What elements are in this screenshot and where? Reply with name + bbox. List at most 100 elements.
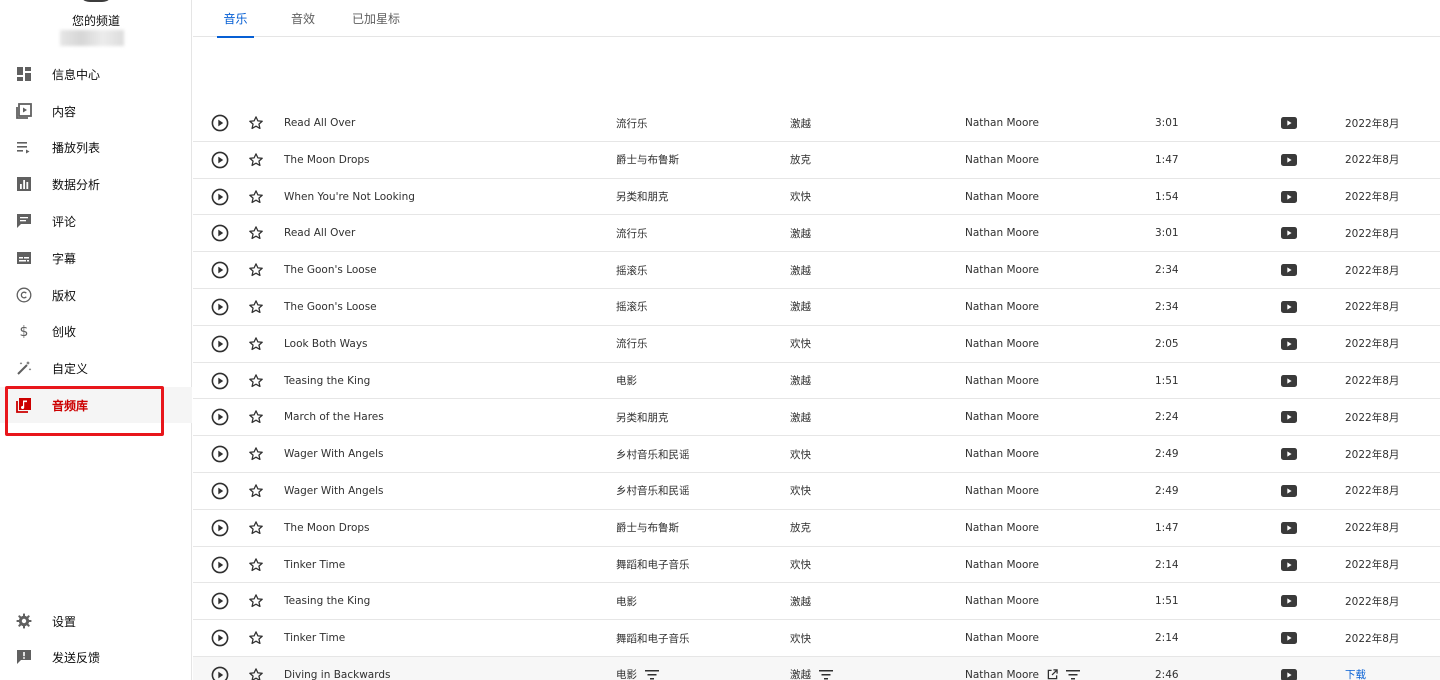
sidebar-item-label: 设置 [52, 614, 77, 629]
track-row[interactable]: Read All Over 流行乐 激越 Nathan Moore 3:01 2… [193, 215, 1440, 253]
play-button[interactable] [211, 215, 229, 251]
play-button[interactable] [211, 583, 229, 619]
external-link-icon[interactable] [1047, 669, 1058, 680]
star-button[interactable] [248, 547, 264, 583]
filter-genre-icon[interactable] [645, 669, 659, 680]
star-button[interactable] [248, 510, 264, 546]
star-button[interactable] [248, 583, 264, 619]
filter-mood-icon[interactable] [819, 669, 833, 680]
track-row[interactable]: Teasing the King 电影 激越 Nathan Moore 1:51… [193, 363, 1440, 400]
sidebar-item-label: 发送反馈 [52, 650, 101, 665]
sidebar-item-feedback[interactable]: 发送反馈 [0, 639, 192, 675]
sidebar-item-subtitles[interactable]: 字幕 [0, 240, 192, 276]
track-row[interactable]: Read All Over 流行乐 激越 Nathan Moore 3:01 2… [193, 105, 1440, 142]
track-mood: 欢快 [790, 338, 811, 351]
sidebar-item-settings[interactable]: 设置 [0, 603, 192, 639]
track-row[interactable]: The Moon Drops 爵士与布鲁斯 放克 Nathan Moore 1:… [193, 142, 1440, 179]
star-button[interactable] [248, 142, 264, 178]
track-mood: 激越 [790, 595, 811, 608]
track-row[interactable]: March of the Hares 另类和朋克 激越 Nathan Moore… [193, 399, 1440, 437]
tab-sound-effects[interactable]: 音效 [291, 0, 315, 37]
star-button[interactable] [248, 399, 264, 435]
track-duration: 2:14 [1155, 558, 1179, 571]
play-button[interactable] [211, 657, 229, 680]
track-row[interactable]: Tinker Time 舞蹈和电子音乐 欢快 Nathan Moore 2:14… [193, 547, 1440, 584]
play-button[interactable] [211, 326, 229, 362]
track-row[interactable]: Teasing the King 电影 激越 Nathan Moore 1:51… [193, 583, 1440, 621]
star-button[interactable] [248, 657, 264, 680]
youtube-license-icon [1281, 657, 1297, 680]
star-button[interactable] [248, 363, 264, 399]
track-genre: 另类和朋克 [616, 191, 669, 204]
channel-avatar[interactable] [78, 0, 114, 2]
star-button[interactable] [248, 436, 264, 472]
sidebar-item-analytics[interactable]: 数据分析 [0, 166, 192, 202]
track-row[interactable]: When You're Not Looking 另类和朋克 欢快 Nathan … [193, 179, 1440, 216]
track-date: 2022年8月 [1345, 264, 1400, 277]
track-row[interactable]: The Goon's Loose 摇滚乐 激越 Nathan Moore 2:3… [193, 289, 1440, 326]
track-date: 2022年8月 [1345, 301, 1400, 314]
star-button[interactable] [248, 326, 264, 362]
track-title: Teasing the King [284, 595, 371, 608]
play-button[interactable] [211, 252, 229, 288]
tab-bar: 音乐 音效 已加星标 [193, 0, 1440, 38]
play-button[interactable] [211, 179, 229, 215]
track-row[interactable]: Wager With Angels 乡村音乐和民谣 欢快 Nathan Moor… [193, 473, 1440, 510]
track-title: Tinker Time [284, 558, 346, 571]
star-button[interactable] [248, 473, 264, 509]
star-button[interactable] [248, 179, 264, 215]
track-genre: 乡村音乐和民谣 [616, 448, 690, 461]
tab-music[interactable]: 音乐 [217, 0, 254, 38]
track-row[interactable]: Look Both Ways 流行乐 欢快 Nathan Moore 2:05 … [193, 326, 1440, 363]
track-genre: 电影 [616, 657, 659, 680]
play-button[interactable] [211, 105, 229, 141]
play-icon [211, 114, 229, 132]
sidebar-item-copyright[interactable]: 版权 [0, 277, 192, 313]
gear-icon [15, 612, 33, 630]
track-mood: 欢快 [790, 632, 811, 645]
star-outline-icon [249, 557, 263, 571]
track-row[interactable]: Wager With Angels 乡村音乐和民谣 欢快 Nathan Moor… [193, 436, 1440, 473]
play-button[interactable] [211, 436, 229, 472]
sidebar-item-monetization[interactable]: $ 创收 [0, 313, 192, 349]
star-button[interactable] [248, 289, 264, 325]
play-button[interactable] [211, 510, 229, 546]
star-outline-icon [249, 373, 263, 387]
play-button[interactable] [211, 547, 229, 583]
copyright-icon [15, 286, 33, 304]
star-outline-icon [249, 116, 263, 130]
sidebar-item-audio-library[interactable]: 音频库 [0, 387, 192, 423]
tab-starred[interactable]: 已加星标 [352, 0, 400, 37]
star-button[interactable] [248, 620, 264, 656]
star-button[interactable] [248, 105, 264, 141]
track-duration: 1:47 [1155, 153, 1179, 166]
track-artist: Nathan Moore [965, 558, 1039, 571]
play-button[interactable] [211, 620, 229, 656]
sidebar-item-dashboard[interactable]: 信息中心 [0, 56, 192, 92]
download-link[interactable]: 下载 [1345, 657, 1366, 680]
sidebar-item-comments[interactable]: 评论 [0, 203, 192, 239]
track-artist: Nathan Moore [965, 595, 1039, 608]
play-icon [211, 335, 229, 353]
track-duration: 2:24 [1155, 411, 1179, 424]
filter-artist-icon[interactable] [1065, 669, 1080, 680]
track-row[interactable]: Tinker Time 舞蹈和电子音乐 欢快 Nathan Moore 2:14… [193, 620, 1440, 657]
play-button[interactable] [211, 142, 229, 178]
track-artist: Nathan Moore [965, 374, 1039, 387]
track-row[interactable]: The Moon Drops 爵士与布鲁斯 放克 Nathan Moore 1:… [193, 510, 1440, 547]
track-row[interactable]: The Goon's Loose 摇滚乐 激越 Nathan Moore 2:3… [193, 252, 1440, 289]
sidebar-item-customization[interactable]: 自定义 [0, 350, 192, 386]
track-duration: 3:01 [1155, 227, 1179, 240]
youtube-license-icon [1281, 473, 1297, 509]
sidebar-item-content[interactable]: 内容 [0, 93, 192, 129]
track-row[interactable]: Diving in Backwards 电影 激越 Nathan Moore 2… [193, 656, 1440, 680]
track-date: 2022年8月 [1345, 559, 1400, 572]
youtube-license-icon [1281, 326, 1297, 362]
star-button[interactable] [248, 215, 264, 251]
star-button[interactable] [248, 252, 264, 288]
sidebar-item-playlists[interactable]: 播放列表 [0, 129, 192, 165]
play-button[interactable] [211, 399, 229, 435]
play-button[interactable] [211, 289, 229, 325]
play-button[interactable] [211, 473, 229, 509]
play-button[interactable] [211, 363, 229, 399]
